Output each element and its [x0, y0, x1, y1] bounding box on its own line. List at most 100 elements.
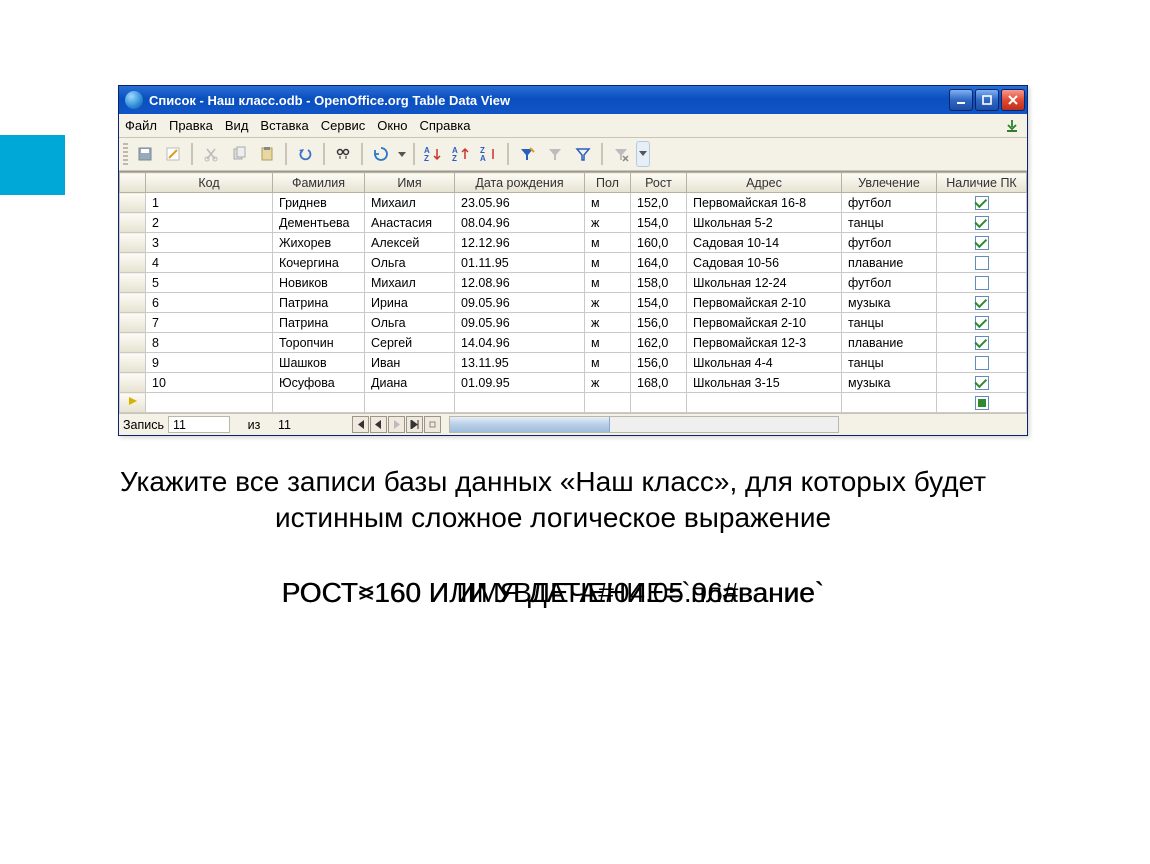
checkbox-icon[interactable] [975, 316, 989, 330]
cell-pol[interactable]: м [585, 333, 631, 353]
row-selector[interactable] [120, 313, 146, 333]
cell-adr[interactable]: Первомайская 16-8 [687, 193, 842, 213]
cell-pol[interactable]: ж [585, 213, 631, 233]
cell-kod[interactable]: 4 [146, 253, 273, 273]
col-fam[interactable]: Фамилия [273, 173, 365, 193]
cell-adr[interactable]: Школьная 3-15 [687, 373, 842, 393]
row-selector[interactable] [120, 333, 146, 353]
cell-rost[interactable]: 158,0 [631, 273, 687, 293]
cell-kod[interactable]: 8 [146, 333, 273, 353]
cell-adr[interactable]: Первомайская 2-10 [687, 313, 842, 333]
cell-fam[interactable]: Юсуфова [273, 373, 365, 393]
cell-pol[interactable]: м [585, 253, 631, 273]
cell-pc[interactable] [937, 213, 1027, 233]
cell-uvl[interactable]: танцы [842, 213, 937, 233]
filter-apply-icon[interactable] [542, 141, 568, 167]
cell-rost[interactable]: 154,0 [631, 293, 687, 313]
cell-dob[interactable]: 09.05.96 [455, 293, 585, 313]
col-pc[interactable]: Наличие ПК [937, 173, 1027, 193]
cell-fam[interactable]: Торопчин [273, 333, 365, 353]
table-row[interactable]: 4КочергинаОльга01.11.95м164,0Садовая 10-… [120, 253, 1027, 273]
table-row[interactable]: 6ПатринаИрина09.05.96ж154,0Первомайская … [120, 293, 1027, 313]
cell-uvl[interactable]: танцы [842, 313, 937, 333]
cell-im[interactable]: Анастасия [365, 213, 455, 233]
cell-rost[interactable]: 156,0 [631, 353, 687, 373]
save-icon[interactable] [132, 141, 158, 167]
cell-pc[interactable] [937, 293, 1027, 313]
nav-first-icon[interactable] [352, 416, 369, 433]
maximize-button[interactable] [975, 89, 999, 111]
cell-fam[interactable]: Гриднев [273, 193, 365, 213]
autofilter-icon[interactable] [514, 141, 540, 167]
cell-pol[interactable]: м [585, 353, 631, 373]
checkbox-tristate-icon[interactable] [975, 396, 989, 410]
cell-pol[interactable]: м [585, 233, 631, 253]
download-icon[interactable] [1003, 117, 1021, 135]
sort-desc-icon[interactable]: AZ [448, 141, 474, 167]
scrollbar-thumb[interactable] [450, 417, 610, 432]
cell-pc[interactable] [937, 253, 1027, 273]
menu-help[interactable]: Справка [420, 118, 471, 133]
menu-window[interactable]: Окно [377, 118, 407, 133]
cell-kod[interactable]: 2 [146, 213, 273, 233]
cell-im[interactable]: Ольга [365, 313, 455, 333]
cell-kod[interactable]: 3 [146, 233, 273, 253]
cell-dob[interactable]: 23.05.96 [455, 193, 585, 213]
menu-file[interactable]: Файл [125, 118, 157, 133]
refresh-icon[interactable] [368, 141, 394, 167]
close-button[interactable] [1001, 89, 1025, 111]
cell-kod[interactable]: 7 [146, 313, 273, 333]
cell-rost[interactable]: 162,0 [631, 333, 687, 353]
cell-adr[interactable]: Первомайская 12-3 [687, 333, 842, 353]
menu-view[interactable]: Вид [225, 118, 249, 133]
checkbox-icon[interactable] [975, 276, 989, 290]
checkbox-icon[interactable] [975, 296, 989, 310]
cell-pol[interactable]: ж [585, 373, 631, 393]
cell-im[interactable]: Михаил [365, 193, 455, 213]
cell-im[interactable]: Михаил [365, 273, 455, 293]
toolbar-overflow-icon[interactable] [636, 141, 650, 167]
toolbar-grip[interactable] [123, 143, 128, 165]
cell-im[interactable]: Ольга [365, 253, 455, 273]
table-row[interactable]: 3ЖихоревАлексей12.12.96м160,0Садовая 10-… [120, 233, 1027, 253]
cell-uvl[interactable]: танцы [842, 353, 937, 373]
table-row[interactable]: 10ЮсуфоваДиана01.09.95ж168,0Школьная 3-1… [120, 373, 1027, 393]
new-record-row[interactable] [120, 393, 1027, 413]
row-selector[interactable] [120, 233, 146, 253]
cell-dob[interactable]: 01.09.95 [455, 373, 585, 393]
col-uvl[interactable]: Увлечение [842, 173, 937, 193]
cell-uvl[interactable]: музыка [842, 293, 937, 313]
checkbox-icon[interactable] [975, 196, 989, 210]
cell-fam[interactable]: Шашков [273, 353, 365, 373]
filter-standard-icon[interactable] [570, 141, 596, 167]
cell-uvl[interactable]: футбол [842, 273, 937, 293]
cell-kod[interactable]: 9 [146, 353, 273, 373]
col-pol[interactable]: Пол [585, 173, 631, 193]
cell-kod[interactable]: 1 [146, 193, 273, 213]
row-selector[interactable] [120, 273, 146, 293]
menu-insert[interactable]: Вставка [260, 118, 308, 133]
cell-dob[interactable]: 14.04.96 [455, 333, 585, 353]
table-row[interactable]: 2ДементьеваАнастасия08.04.96ж154,0Школьн… [120, 213, 1027, 233]
cell-rost[interactable]: 154,0 [631, 213, 687, 233]
cell-dob[interactable]: 01.11.95 [455, 253, 585, 273]
cell-fam[interactable]: Патрина [273, 313, 365, 333]
cell-pol[interactable]: м [585, 273, 631, 293]
cell-uvl[interactable]: музыка [842, 373, 937, 393]
sort-za-icon[interactable]: ZA [476, 141, 502, 167]
cell-im[interactable]: Диана [365, 373, 455, 393]
table-row[interactable]: 9ШашковИван13.11.95м156,0Школьная 4-4тан… [120, 353, 1027, 373]
row-selector-header[interactable] [120, 173, 146, 193]
table-row[interactable]: 7ПатринаОльга09.05.96ж156,0Первомайская … [120, 313, 1027, 333]
table-row[interactable]: 5НовиковМихаил12.08.96м158,0Школьная 12-… [120, 273, 1027, 293]
undo-icon[interactable] [292, 141, 318, 167]
col-rost[interactable]: Рост [631, 173, 687, 193]
cell-adr[interactable]: Садовая 10-56 [687, 253, 842, 273]
cell-rost[interactable]: 164,0 [631, 253, 687, 273]
cell-fam[interactable]: Новиков [273, 273, 365, 293]
cell-adr[interactable]: Школьная 12-24 [687, 273, 842, 293]
cell-dob[interactable]: 08.04.96 [455, 213, 585, 233]
row-selector[interactable] [120, 213, 146, 233]
cell-uvl[interactable]: плавание [842, 333, 937, 353]
cell-pc[interactable] [937, 353, 1027, 373]
